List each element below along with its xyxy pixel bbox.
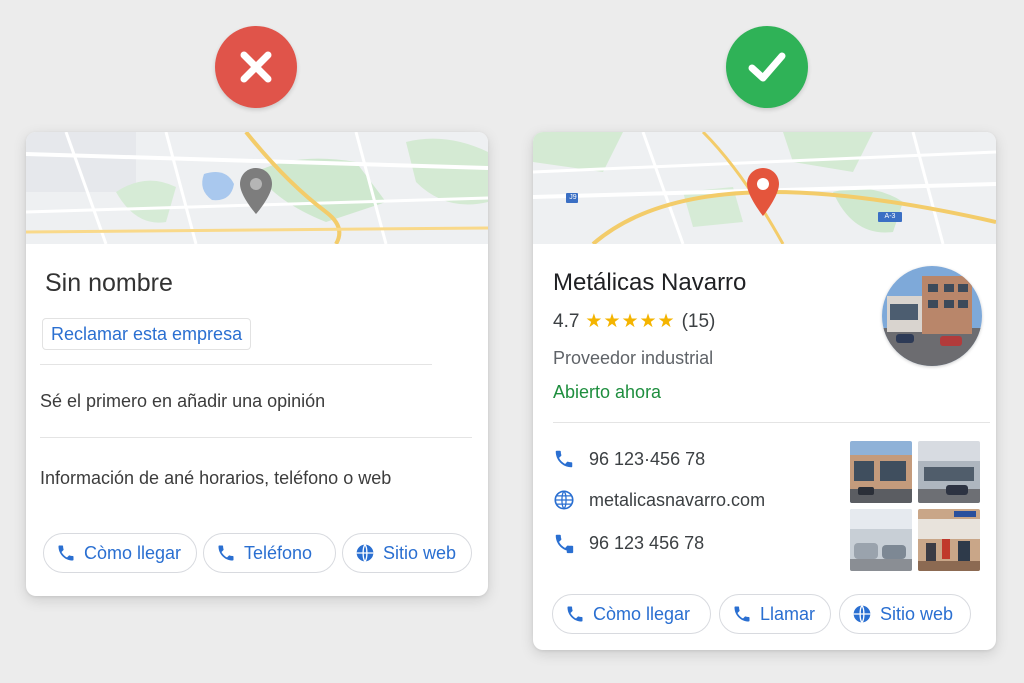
business-category: Proveedor industrial <box>553 348 714 368</box>
website-row[interactable]: metalicasnavarro.com <box>553 489 765 511</box>
phone-icon <box>218 545 234 561</box>
mobile-phone-icon <box>555 534 574 554</box>
map-pin-icon <box>240 168 272 214</box>
map-road-label: A-3 <box>884 213 896 220</box>
website-button[interactable]: Sitio web <box>839 594 971 634</box>
map-road-label: J9 <box>569 194 577 201</box>
website-label: Sitio web <box>383 542 457 563</box>
business-photo[interactable] <box>882 266 982 366</box>
business-name: Metálicas Navarro <box>553 269 747 296</box>
review-count: (15) <box>681 310 716 332</box>
website-button[interactable]: Sitio web <box>342 533 472 573</box>
star-rating: ★★★★★ <box>585 311 676 332</box>
x-icon <box>240 51 272 83</box>
divider <box>553 422 990 423</box>
call-label: Llamar <box>760 603 816 624</box>
claim-business-link[interactable]: Reclamar esta empresa <box>42 318 252 350</box>
directions-button[interactable]: Còmo llegar <box>552 594 711 634</box>
photo-thumbnail[interactable] <box>918 441 980 503</box>
action-buttons: Còmo llegar Teléfono Sitio web <box>43 533 472 573</box>
phone-icon <box>734 606 750 622</box>
info-prompt[interactable]: Información de ané horarios, teléfono o … <box>40 468 391 489</box>
photo-thumbnail[interactable] <box>850 509 912 571</box>
website-label: Sitio web <box>880 603 954 624</box>
website-url: metalicasnavarro.com <box>589 489 766 510</box>
open-status: Abierto ahora <box>553 382 662 402</box>
directions-label: Còmo llegar <box>84 542 182 563</box>
phone-button[interactable]: Teléfono <box>203 533 336 573</box>
phone-row[interactable]: 96 123·456 78 <box>553 448 705 470</box>
map-pin-icon <box>747 168 779 216</box>
rating-value: 4.7 <box>553 310 580 332</box>
phone-icon <box>555 450 573 468</box>
divider <box>40 364 432 365</box>
mobile-number: 96 123 456 78 <box>589 532 705 553</box>
business-name: Sin nombre <box>45 269 173 297</box>
phone-number: 96 123·456 78 <box>589 448 706 469</box>
call-button[interactable]: Llamar <box>719 594 831 634</box>
photo-thumbnail[interactable] <box>918 509 980 571</box>
claimed-business-card: J9 A-3 Metálicas Navarro 4.7 ★★★★★ (15) … <box>533 132 996 650</box>
review-prompt[interactable]: Sé el primero en añadir una opinión <box>40 391 325 412</box>
globe-icon <box>554 490 574 510</box>
action-buttons: Còmo llegar Llamar Sitio web <box>552 594 971 634</box>
rating-row[interactable]: 4.7 ★★★★★ (15) <box>553 310 715 333</box>
checkmark-icon <box>748 52 786 82</box>
mobile-row[interactable]: 96 123 456 78 <box>553 532 704 554</box>
directions-label: Còmo llegar <box>593 603 691 624</box>
unclaimed-business-card: Sin nombre Reclamar esta empresa Sé el p… <box>26 132 488 596</box>
map-preview[interactable]: J9 A-3 <box>533 132 996 244</box>
photo-thumbnail[interactable] <box>850 441 912 503</box>
incorrect-badge <box>215 26 297 108</box>
phone-icon <box>58 545 74 561</box>
phone-label: Teléfono <box>244 542 313 563</box>
divider <box>40 437 472 438</box>
globe-icon <box>356 544 374 562</box>
map-preview[interactable] <box>26 132 488 244</box>
globe-icon <box>853 605 871 623</box>
directions-button[interactable]: Còmo llegar <box>43 533 197 573</box>
correct-badge <box>726 26 808 108</box>
phone-icon <box>567 606 583 622</box>
